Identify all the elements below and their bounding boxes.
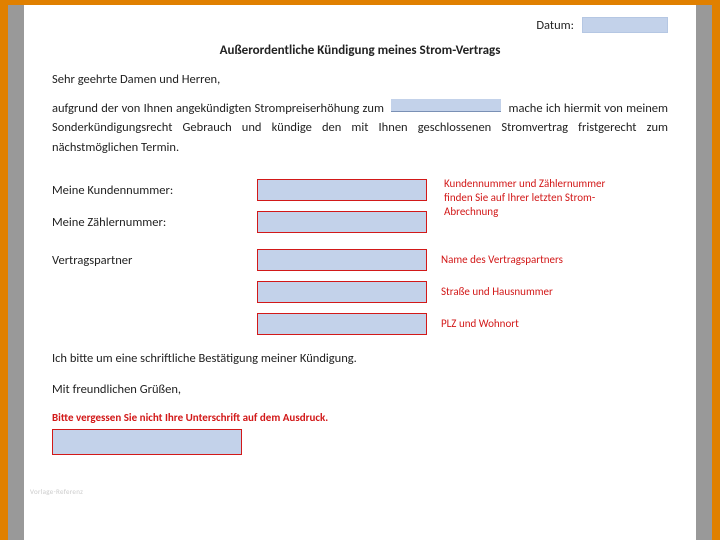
kundennummer-label: Meine Kundennummer: (52, 183, 257, 198)
vertragspartner-street-row: Straße und Hausnummer (52, 281, 668, 303)
body-part1: aufgrund der von Ihnen angekündigten Str… (52, 101, 384, 116)
kundennummer-field[interactable] (257, 179, 427, 201)
confirmation-request: Ich bitte um eine schriftliche Bestätigu… (52, 351, 668, 366)
body-paragraph: aufgrund der von Ihnen angekündigten Str… (52, 99, 668, 157)
date-row: Datum: (52, 17, 668, 33)
price-increase-date-field[interactable] (391, 99, 501, 112)
vertragspartner-name-field[interactable] (257, 249, 427, 271)
vertragspartner-city-row: PLZ und Wohnort (52, 313, 668, 335)
zaehlernummer-label: Meine Zählernummer: (52, 215, 257, 230)
salutation: Sehr geehrte Damen und Herren, (52, 72, 668, 87)
date-field[interactable] (582, 17, 668, 33)
vertragspartner-city-field[interactable] (257, 313, 427, 335)
zaehlernummer-field[interactable] (257, 211, 427, 233)
vertragspartner-label: Vertragspartner (52, 253, 257, 268)
date-label: Datum: (536, 18, 574, 33)
signature-field[interactable] (52, 429, 242, 455)
vertragspartner-name-hint: Name des Vertragspartners (441, 253, 611, 267)
vertragspartner-city-hint: PLZ und Wohnort (441, 317, 611, 331)
closing: Mit freundlichen Grüßen, (52, 382, 668, 397)
kundennummer-row: Meine Kundennummer: (52, 179, 668, 201)
zaehlernummer-row: Meine Zählernummer: (52, 211, 668, 233)
vertragspartner-street-field[interactable] (257, 281, 427, 303)
form-block: Kundennummer und Zählernummer finden Sie… (52, 179, 668, 335)
document-title: Außerordentliche Kündigung meines Strom-… (52, 43, 668, 58)
document-page: Datum: Außerordentliche Kündigung meines… (8, 5, 712, 540)
vertragspartner-street-hint: Straße und Hausnummer (441, 285, 611, 299)
watermark: Vorlage-Referenz (30, 487, 83, 496)
vertragspartner-name-row: Vertragspartner Name des Vertragspartner… (52, 249, 668, 271)
signature-hint: Bitte vergessen Sie nicht Ihre Unterschr… (52, 411, 668, 425)
